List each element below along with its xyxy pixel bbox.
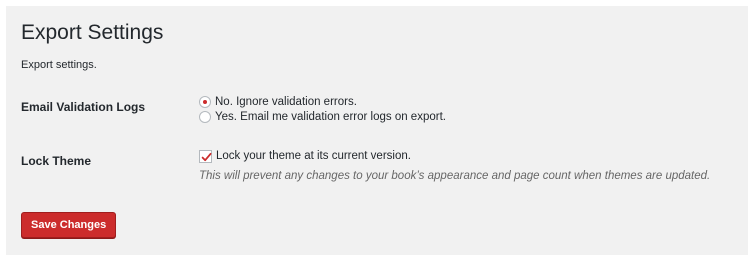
save-changes-button[interactable]: Save Changes: [21, 212, 117, 238]
email-validation-label: Email Validation Logs: [21, 100, 146, 114]
radio-selected-icon[interactable]: [199, 96, 211, 108]
lock-theme-checkbox-label: Lock your theme at its current version.: [216, 150, 411, 162]
email-validation-option-yes[interactable]: Yes. Email me validation error logs on e…: [199, 110, 446, 124]
email-validation-option-yes-label: Yes. Email me validation error logs on e…: [215, 111, 446, 123]
email-validation-option-no-label: No. Ignore validation errors.: [215, 96, 357, 108]
page-title: Export Settings: [21, 21, 164, 44]
lock-theme-description: This will prevent any changes to your bo…: [199, 170, 711, 182]
lock-theme-checkbox-row[interactable]: Lock your theme at its current version.: [199, 149, 411, 163]
email-validation-option-no[interactable]: No. Ignore validation errors.: [199, 95, 357, 109]
radio-unselected-icon[interactable]: [199, 111, 211, 123]
lock-theme-checkbox[interactable]: [199, 149, 212, 163]
settings-panel: Export Settings Export settings. Email V…: [6, 6, 748, 255]
lock-theme-label: Lock Theme: [21, 154, 92, 168]
page-description: Export settings.: [21, 59, 97, 71]
checkmark-icon: [201, 152, 212, 161]
